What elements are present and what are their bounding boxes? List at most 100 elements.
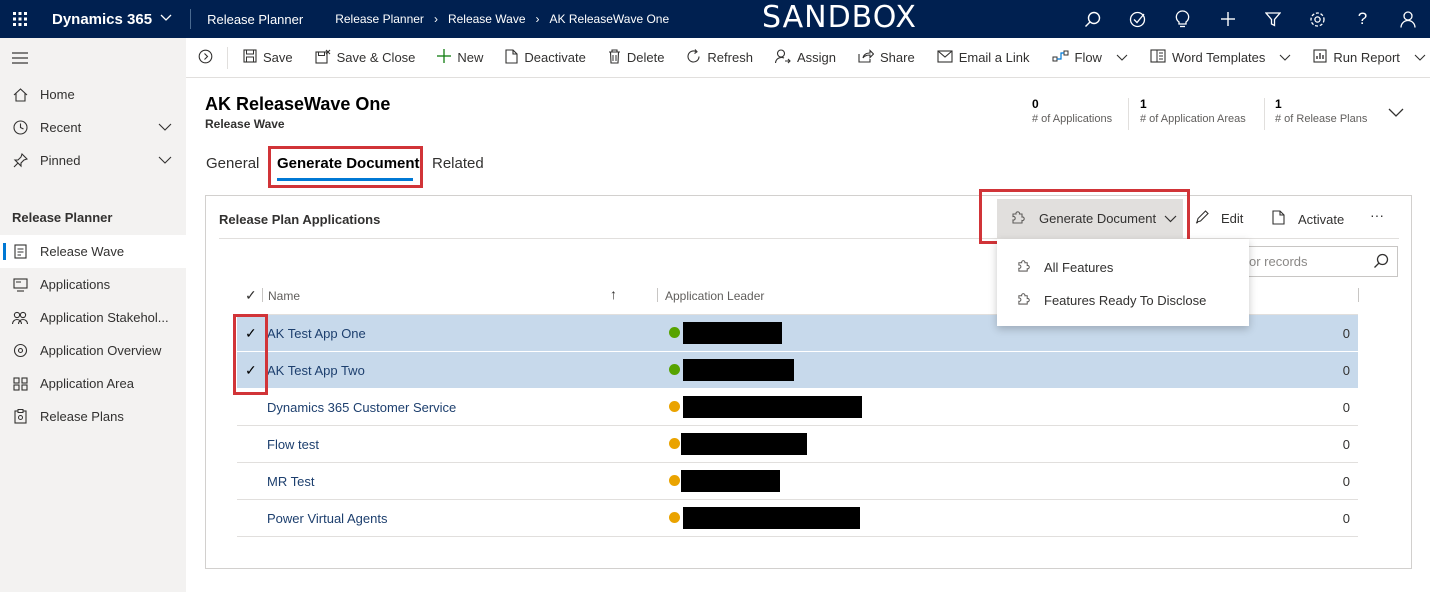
hamburger-menu[interactable] — [0, 38, 186, 78]
run-report-button[interactable]: Run Report — [1302, 38, 1430, 78]
nav-applications[interactable]: Applications — [0, 268, 186, 301]
chevron-down-icon[interactable] — [158, 153, 172, 168]
redacted-leader-name — [683, 322, 782, 344]
report-icon — [1313, 49, 1327, 66]
row-name-link[interactable]: Flow test — [267, 437, 319, 452]
breadcrumb-release-planner[interactable]: Release Planner — [335, 12, 424, 26]
new-label: New — [457, 50, 484, 65]
table-row[interactable]: Power Virtual Agents 0 — [237, 500, 1358, 537]
task-icon[interactable] — [1115, 0, 1160, 38]
kpi-applications: 0 # of Applications — [1032, 97, 1112, 125]
search-icon[interactable] — [1373, 253, 1389, 272]
word-template-icon — [1150, 49, 1166, 66]
table-row[interactable]: Dynamics 365 Customer Service 0 — [237, 389, 1358, 426]
assign-button[interactable]: Assign — [764, 38, 847, 78]
row-name-link[interactable]: AK Test App One — [267, 326, 366, 341]
redacted-leader-name — [683, 507, 860, 529]
status-away-icon — [669, 401, 680, 412]
select-all-checkmark-icon[interactable]: ✓ — [245, 287, 257, 304]
nav-label: Pinned — [40, 153, 81, 168]
back-icon — [198, 49, 213, 67]
home-icon — [12, 87, 28, 103]
save-close-button[interactable]: Save & Close — [304, 38, 427, 78]
table-row[interactable]: MR Test 0 — [237, 463, 1358, 500]
table-row[interactable]: Flow test 0 — [237, 426, 1358, 463]
activate-button[interactable]: Activate — [1272, 210, 1344, 228]
share-label: Share — [879, 50, 915, 65]
nav-home[interactable]: Home — [0, 78, 186, 111]
user-icon[interactable] — [1385, 0, 1430, 38]
redacted-leader-name — [681, 470, 780, 492]
table-row[interactable]: ✓ AK Test App Two 0 — [237, 352, 1358, 389]
divider — [262, 288, 263, 302]
app-launcher-icon[interactable] — [0, 0, 40, 38]
plus-icon[interactable] — [1205, 0, 1250, 38]
status-available-icon — [669, 364, 680, 375]
row-value: 0 — [1342, 326, 1350, 341]
assign-label: Assign — [796, 50, 836, 65]
menu-item-features-ready[interactable]: Features Ready To Disclose — [1017, 292, 1206, 308]
more-commands-icon[interactable]: ··· — [1370, 207, 1384, 223]
column-header-application-leader[interactable]: Application Leader — [665, 289, 764, 303]
nav-label: Release Plans — [40, 409, 124, 424]
nav-label: Release Wave — [40, 244, 125, 259]
nav-pinned[interactable]: Pinned — [0, 144, 186, 177]
nav-release-plans[interactable]: Release Plans — [0, 400, 186, 433]
environment-banner: SANDBOX — [762, 0, 917, 35]
delete-button[interactable]: Delete — [597, 38, 676, 78]
tab-related[interactable]: Related — [432, 155, 484, 172]
redacted-leader-name — [683, 359, 794, 381]
highlight-box-generate — [979, 189, 1190, 244]
search-icon[interactable] — [1070, 0, 1115, 38]
nav-recent[interactable]: Recent — [0, 111, 186, 144]
search-placeholder: or records — [1249, 254, 1308, 269]
menu-item-all-features[interactable]: All Features — [1017, 259, 1113, 275]
tab-general[interactable]: General — [206, 155, 259, 172]
sort-ascending-icon[interactable]: ↑ — [610, 286, 617, 302]
nav-release-wave[interactable]: Release Wave — [0, 235, 186, 268]
row-name-link[interactable]: Power Virtual Agents — [267, 511, 387, 526]
nav-label: Application Stakehol... — [40, 310, 169, 325]
redacted-leader-name — [681, 433, 807, 455]
status-away-icon — [669, 475, 680, 486]
back-button[interactable] — [186, 38, 225, 78]
divider — [1128, 98, 1129, 130]
nav-application-area[interactable]: Application Area — [0, 367, 186, 400]
activate-icon — [1272, 210, 1285, 228]
breadcrumb-release-wave[interactable]: Release Wave — [448, 12, 526, 26]
share-button[interactable]: Share — [847, 38, 926, 78]
row-name-link[interactable]: MR Test — [267, 474, 314, 489]
new-button[interactable]: New — [426, 38, 494, 78]
row-value: 0 — [1342, 363, 1350, 378]
deactivate-label: Deactivate — [524, 50, 586, 65]
chevron-down-icon — [160, 13, 172, 25]
word-templates-button[interactable]: Word Templates — [1139, 38, 1302, 78]
nav-application-overview[interactable]: Application Overview — [0, 334, 186, 367]
app-switcher[interactable]: Dynamics 365 — [52, 11, 172, 28]
record-title: AK ReleaseWave One — [205, 94, 391, 114]
deactivate-button[interactable]: Deactivate — [494, 38, 596, 78]
flow-button[interactable]: Flow — [1041, 38, 1139, 78]
save-button[interactable]: Save — [232, 38, 304, 78]
filter-icon[interactable] — [1250, 0, 1295, 38]
row-name-link[interactable]: Dynamics 365 Customer Service — [267, 400, 456, 415]
status-away-icon — [669, 512, 680, 523]
refresh-button[interactable]: Refresh — [675, 38, 764, 78]
puzzle-icon — [1017, 259, 1030, 275]
nav-application-stakeholders[interactable]: Application Stakehol... — [0, 301, 186, 334]
header-expand-chevron-down-icon[interactable] — [1388, 106, 1404, 121]
refresh-label: Refresh — [707, 50, 753, 65]
row-value: 0 — [1342, 511, 1350, 526]
area-name[interactable]: Release Planner — [207, 12, 303, 27]
settings-icon[interactable] — [1295, 0, 1340, 38]
chevron-down-icon[interactable] — [158, 120, 172, 135]
column-header-name[interactable]: Name — [268, 289, 300, 303]
edit-button[interactable]: Edit — [1195, 210, 1243, 227]
row-value: 0 — [1342, 400, 1350, 415]
delete-label: Delete — [626, 50, 665, 65]
help-icon[interactable]: ? — [1340, 0, 1385, 38]
lightbulb-icon[interactable] — [1160, 0, 1205, 38]
row-name-link[interactable]: AK Test App Two — [267, 363, 365, 378]
nav-label: Application Overview — [40, 343, 162, 358]
email-link-button[interactable]: Email a Link — [926, 38, 1041, 78]
